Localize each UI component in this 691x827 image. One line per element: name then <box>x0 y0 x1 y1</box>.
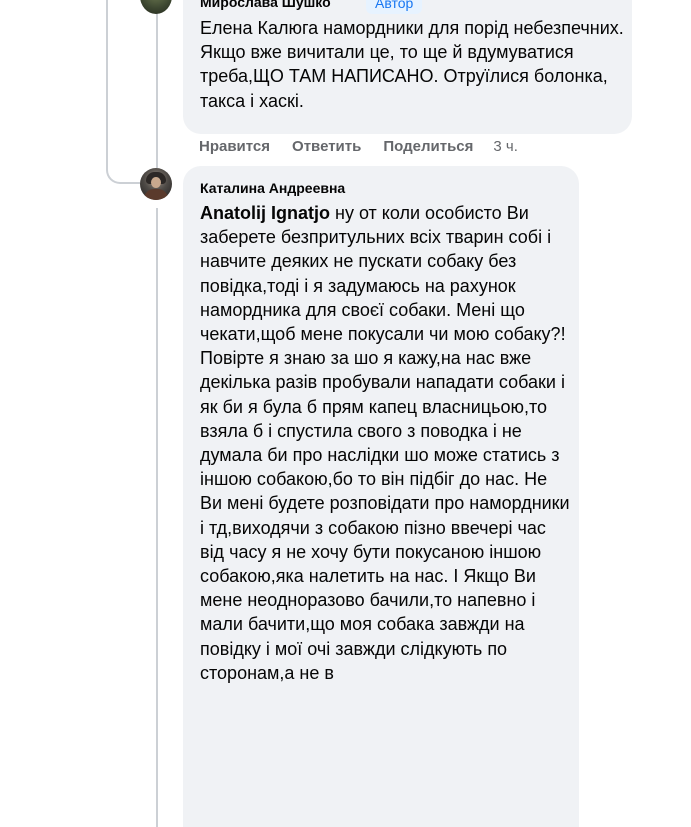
reply-body: ну от коли особисто Ви заберете безприту… <box>200 203 570 683</box>
comment-timestamp[interactable]: 3 ч. <box>493 138 518 155</box>
avatar-body-detail <box>144 189 168 200</box>
comment-thread: Мирослава Шушко Автор Елена Калюга намор… <box>0 0 691 827</box>
thread-connector <box>106 0 140 184</box>
reply-text: Anatolij Ignatjo ну от коли особисто Ви … <box>200 201 572 685</box>
avatar[interactable] <box>140 0 172 14</box>
comment-author-name[interactable]: Мирослава Шушко <box>200 0 331 10</box>
mention-link[interactable]: Anatolij Ignatjo <box>200 203 330 223</box>
share-button[interactable]: Поделиться <box>383 138 473 155</box>
author-badge: Автор <box>366 0 423 14</box>
reply-thread-line <box>156 208 158 827</box>
avatar-face-detail <box>151 177 161 188</box>
reply-author-name[interactable]: Каталина Андреевна <box>200 180 345 196</box>
thread-line <box>156 0 158 168</box>
reply-button[interactable]: Ответить <box>292 138 361 155</box>
comment-text: Елена Калюга намордники для порід небезп… <box>200 18 624 111</box>
avatar[interactable] <box>140 168 172 200</box>
comment-actions: Нравится Ответить Поделиться 3 ч. <box>199 138 518 155</box>
like-button[interactable]: Нравится <box>199 138 270 155</box>
